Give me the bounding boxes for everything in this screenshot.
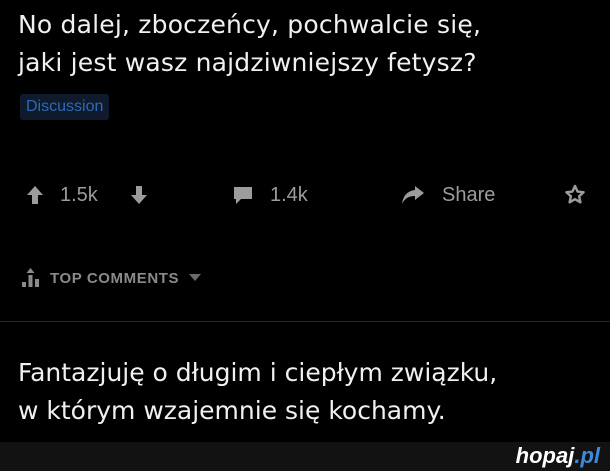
watermark-name: hopaj <box>515 443 575 468</box>
share-label: Share <box>442 183 496 206</box>
post-title-line: jaki jest wasz najdziwniejszy fetysz? <box>18 48 477 77</box>
downvote-button[interactable] <box>130 178 148 212</box>
comments-button[interactable]: 1.4k <box>232 178 308 212</box>
upvote-button[interactable] <box>26 178 44 212</box>
comment-count-label: 1.4k <box>270 183 308 206</box>
post-flair[interactable]: Discussion <box>20 94 110 120</box>
award-icon <box>565 184 585 204</box>
sort-bars-icon <box>22 268 39 287</box>
caret-down-icon <box>189 274 202 281</box>
post-action-bar: 1.5k 1.4k Share <box>0 178 610 212</box>
comment-line: w którym wzajemnie się kochamy. <box>18 396 446 425</box>
comment-sort-label: TOP COMMENTS <box>50 269 180 287</box>
section-divider <box>0 321 610 322</box>
upvote-arrow-icon <box>27 186 43 204</box>
post-title-line: No dalej, zboczeńcy, pochwalcie się, <box>18 10 482 39</box>
post-flair-label: Discussion <box>26 98 104 115</box>
downvote-arrow-icon <box>131 186 147 204</box>
award-button[interactable] <box>564 178 586 212</box>
comment-line: Fantazjuję o długim i ciepłym związku, <box>18 358 498 387</box>
share-arrow-icon <box>402 186 424 204</box>
watermark-tld: .pl <box>574 443 600 468</box>
comment-sort-dropdown[interactable]: TOP COMMENTS <box>20 264 202 292</box>
site-watermark: hopaj.pl <box>516 443 600 469</box>
vote-count: 1.5k <box>60 178 98 212</box>
post-title[interactable]: No dalej, zboczeńcy, pochwalcie się, jak… <box>18 6 598 82</box>
vote-count-label: 1.5k <box>60 183 98 206</box>
comment-bubble-icon <box>234 187 252 204</box>
share-button[interactable]: Share <box>400 178 495 212</box>
top-comment-text: Fantazjuję o długim i ciepłym związku, w… <box>18 354 608 430</box>
